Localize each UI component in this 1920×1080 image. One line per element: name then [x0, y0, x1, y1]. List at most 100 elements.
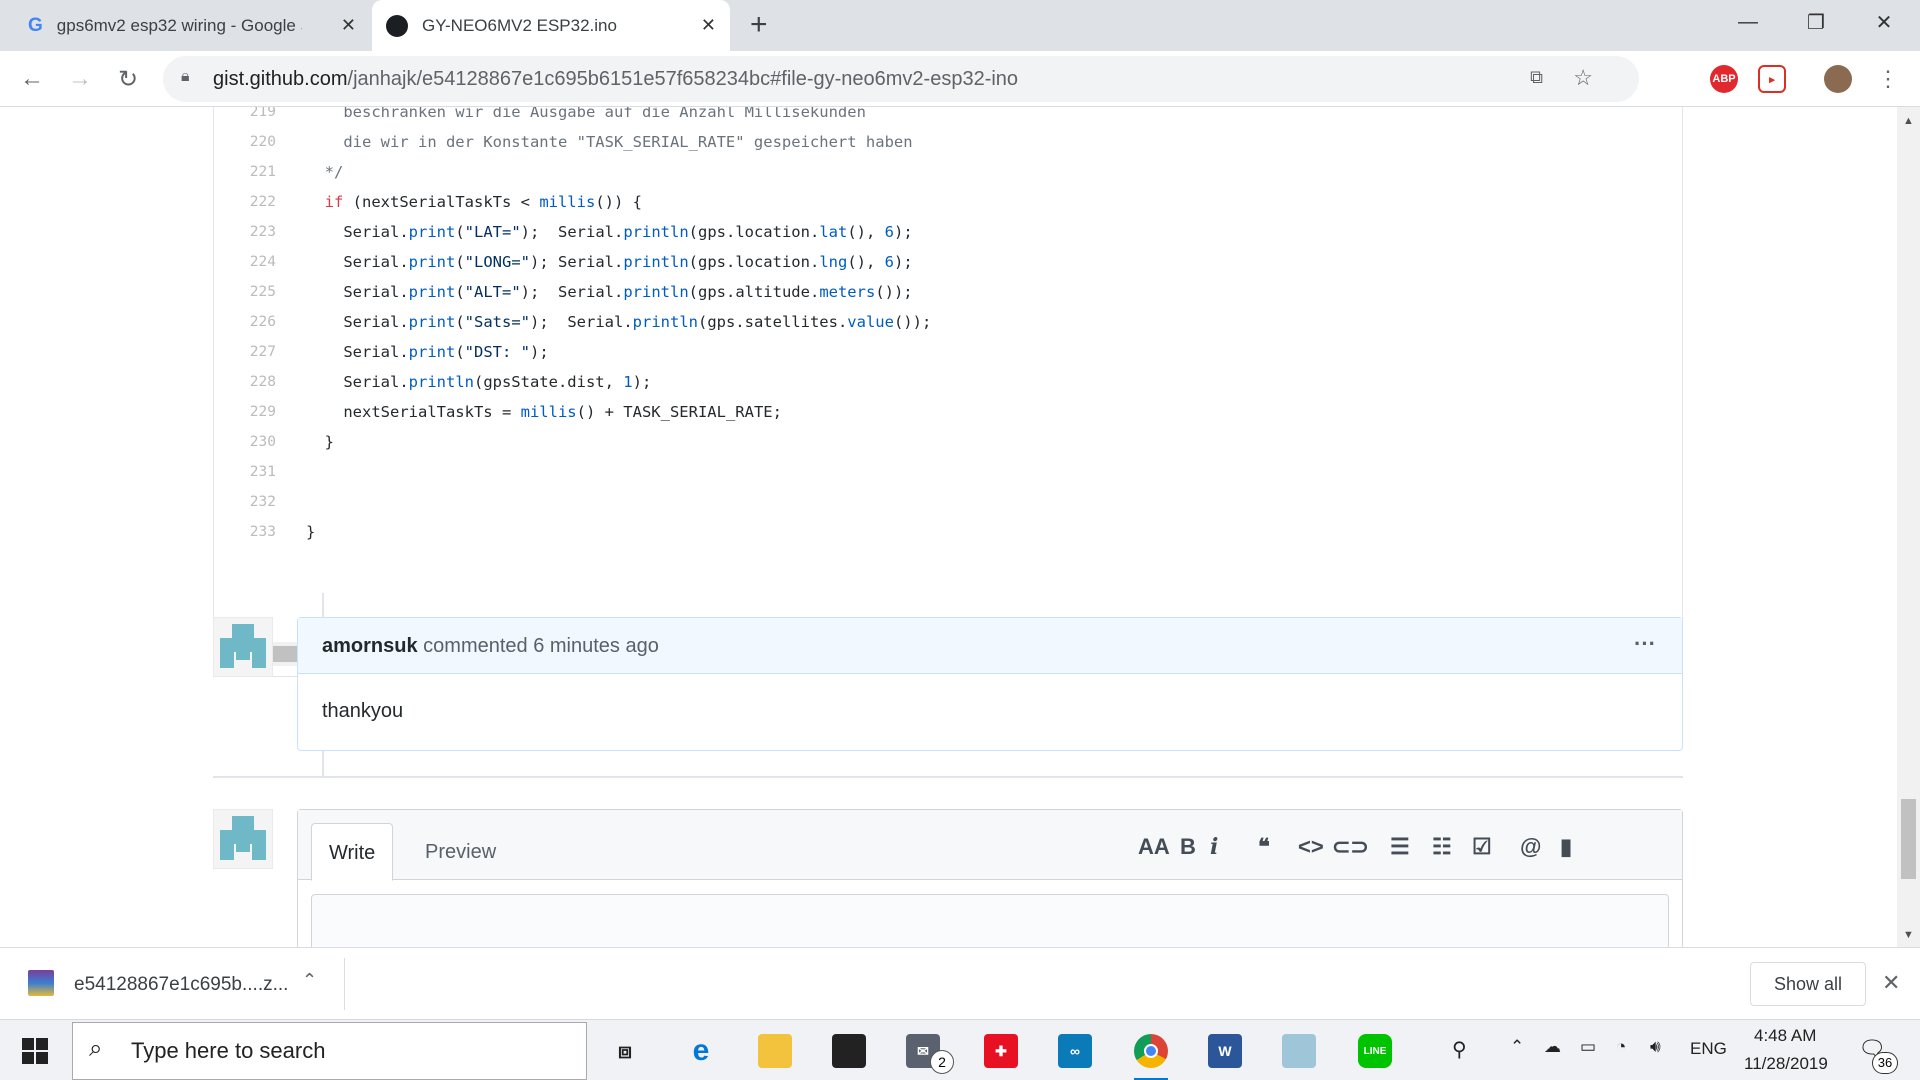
mail-badge: 2: [930, 1050, 954, 1074]
line-number[interactable]: 233: [214, 517, 276, 547]
download-filename[interactable]: e54128867e1c695b....z...: [74, 974, 288, 996]
avatar[interactable]: [213, 617, 273, 677]
timeline-line: [322, 751, 324, 776]
line-number[interactable]: 219: [214, 107, 276, 127]
saved-reply-icon[interactable]: ▮: [1560, 834, 1572, 860]
tab-gist[interactable]: GY-NEO6MV2 ESP32.ino ✕: [372, 0, 730, 51]
language-indicator[interactable]: ENG: [1690, 1039, 1727, 1059]
mention-icon[interactable]: @: [1520, 834, 1541, 860]
code-text: }: [306, 523, 316, 541]
quote-icon[interactable]: ❝: [1258, 834, 1270, 860]
line-number[interactable]: 225: [214, 277, 276, 307]
people-icon[interactable]: ⚲: [1452, 1037, 1467, 1062]
minimize-icon[interactable]: —: [1718, 0, 1778, 44]
store-icon[interactable]: [832, 1034, 866, 1068]
heading-icon[interactable]: AA: [1138, 834, 1170, 860]
restore-icon[interactable]: ❐: [1786, 0, 1846, 44]
scroll-down-icon[interactable]: ▼: [1903, 929, 1914, 941]
back-icon[interactable]: ←: [14, 61, 50, 97]
forward-icon[interactable]: →: [62, 61, 98, 97]
menu-dots-icon[interactable]: ⋮: [1870, 61, 1906, 97]
italic-icon[interactable]: i: [1210, 834, 1218, 860]
line-number[interactable]: 220: [214, 127, 276, 157]
scroll-up-icon[interactable]: ▲: [1903, 115, 1914, 127]
line-icon[interactable]: LINE: [1358, 1034, 1392, 1068]
code-text: Serial.print("Sats="); Serial.println(gp…: [306, 313, 932, 331]
code-line: 227 Serial.print("DST: ");: [214, 337, 1682, 367]
code-text: */: [306, 163, 344, 181]
line-number[interactable]: 231: [214, 457, 276, 487]
chevron-up-icon[interactable]: ⌃: [1510, 1037, 1524, 1057]
line-number[interactable]: 226: [214, 307, 276, 337]
volume-icon[interactable]: 🔊︎: [1650, 1037, 1661, 1057]
clock-date[interactable]: 11/28/2019: [1744, 1054, 1828, 1074]
bookmark-star-icon[interactable]: ☆: [1573, 65, 1593, 91]
reload-icon[interactable]: ↻: [110, 61, 146, 97]
code-text: die wir in der Konstante "TASK_SERIAL_RA…: [306, 133, 913, 151]
code-text: beschränken wir die Ausgabe auf die Anza…: [306, 107, 866, 121]
tab-preview[interactable]: Preview: [408, 823, 513, 881]
task-list-icon[interactable]: ☑: [1472, 834, 1492, 860]
chevron-up-icon[interactable]: ⌃: [302, 970, 317, 991]
notification-count: 36: [1872, 1052, 1898, 1074]
close-tab-icon[interactable]: ✕: [341, 15, 356, 36]
code-line: 224 Serial.print("LONG="); Serial.printl…: [214, 247, 1682, 277]
line-number[interactable]: 222: [214, 187, 276, 217]
github-icon: [386, 14, 408, 37]
code-text: nextSerialTaskTs = millis() + TASK_SERIA…: [306, 403, 782, 421]
show-all-button[interactable]: Show all: [1750, 962, 1866, 1006]
close-tab-icon[interactable]: ✕: [701, 15, 716, 36]
link-icon[interactable]: ⊂⊃: [1332, 834, 1369, 860]
numbered-list-icon[interactable]: ☷: [1432, 834, 1452, 860]
onedrive-icon[interactable]: ☁: [1544, 1037, 1561, 1057]
line-number[interactable]: 230: [214, 427, 276, 457]
wifi-icon[interactable]: ◔: [1616, 1037, 1626, 1057]
tab-strip: G gps6mv2 esp32 wiring - Google S ✕ GY-N…: [0, 0, 1920, 51]
line-number[interactable]: 227: [214, 337, 276, 367]
bold-icon[interactable]: B: [1180, 834, 1196, 860]
comment-header: amornsuk commented 6 minutes ago: [298, 618, 1682, 674]
clock-time[interactable]: 4:48 AM: [1754, 1026, 1816, 1046]
avatar[interactable]: [213, 809, 273, 869]
taskbar-search[interactable]: ⌕ Type here to search: [72, 1022, 587, 1080]
scroll-thumb[interactable]: [1901, 799, 1916, 879]
code-icon[interactable]: <>: [1298, 834, 1324, 860]
arduino-icon[interactable]: ∞: [1058, 1034, 1092, 1068]
google-icon: G: [28, 14, 43, 36]
app-icon[interactable]: [1282, 1034, 1316, 1068]
tab-google-search[interactable]: G gps6mv2 esp32 wiring - Google S ✕: [14, 0, 370, 51]
line-number[interactable]: 229: [214, 397, 276, 427]
more-options-icon[interactable]: ···: [1634, 618, 1656, 670]
translate-icon[interactable]: ⧉: [1530, 67, 1543, 88]
windows-start-icon[interactable]: [22, 1038, 48, 1064]
file-explorer-icon[interactable]: [758, 1034, 792, 1068]
adblock-icon[interactable]: ABP: [1710, 65, 1738, 93]
task-view-icon[interactable]: ⧈: [608, 1034, 642, 1068]
close-window-icon[interactable]: ✕: [1854, 0, 1914, 44]
battery-icon[interactable]: ▭: [1580, 1037, 1596, 1057]
line-number[interactable]: 232: [214, 487, 276, 517]
close-shelf-icon[interactable]: ✕: [1882, 970, 1900, 996]
profile-avatar[interactable]: [1824, 65, 1852, 93]
line-number[interactable]: 221: [214, 157, 276, 187]
chrome-icon[interactable]: [1134, 1034, 1168, 1068]
code-line: 228 Serial.println(gpsState.dist, 1);: [214, 367, 1682, 397]
new-tab-button[interactable]: +: [750, 8, 768, 42]
address-bar[interactable]: 🔒︎ gist.github.com/janhajk/e54128867e1c6…: [163, 56, 1639, 102]
tab-write[interactable]: Write: [311, 823, 394, 881]
vertical-scrollbar[interactable]: ▲ ▼: [1897, 107, 1920, 947]
comment-meta[interactable]: commented 6 minutes ago: [423, 635, 659, 657]
line-number[interactable]: 228: [214, 367, 276, 397]
line-number[interactable]: 224: [214, 247, 276, 277]
search-icon: ⌕: [89, 1035, 103, 1062]
word-icon[interactable]: W: [1208, 1034, 1242, 1068]
gift-icon[interactable]: ✚: [984, 1034, 1018, 1068]
code-line: 219 beschränken wir die Ausgabe auf die …: [214, 107, 1682, 127]
edge-icon[interactable]: e: [684, 1034, 718, 1068]
bulleted-list-icon[interactable]: ☰: [1390, 834, 1410, 860]
comment: amornsuk commented 6 minutes ago ··· tha…: [297, 617, 1683, 751]
extension-icon[interactable]: ▸: [1758, 65, 1786, 93]
comment-author[interactable]: amornsuk: [322, 635, 418, 657]
comment-textarea[interactable]: [311, 894, 1669, 947]
line-number[interactable]: 223: [214, 217, 276, 247]
